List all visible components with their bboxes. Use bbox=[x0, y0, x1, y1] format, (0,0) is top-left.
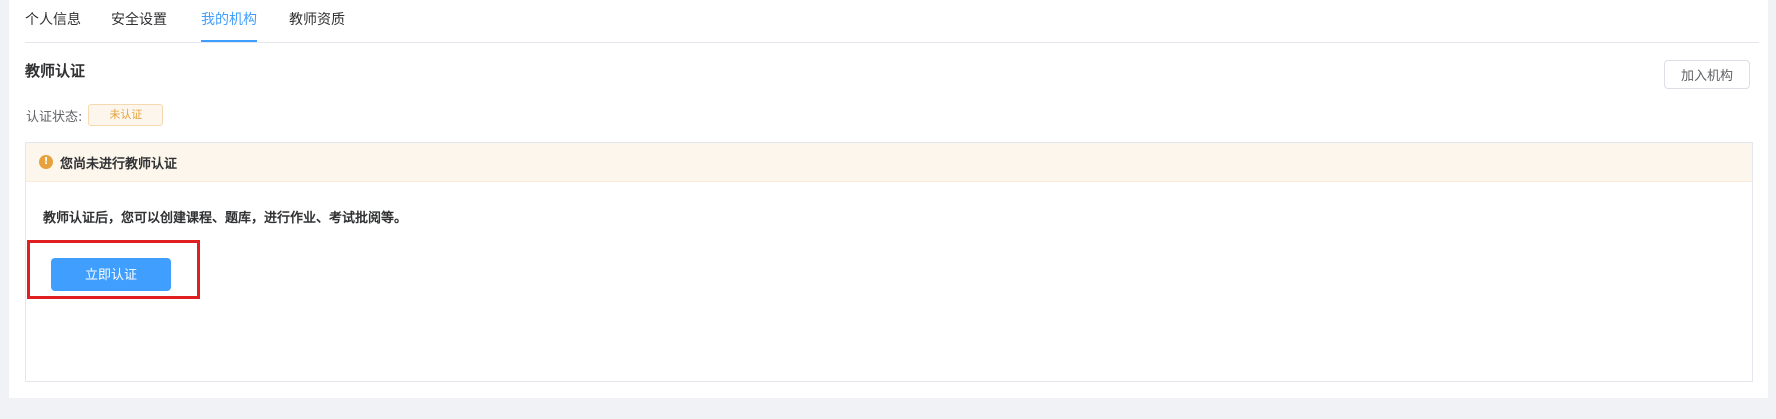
verification-description: 教师认证后，您可以创建课程、题库，进行作业、考试批阅等。 bbox=[43, 211, 408, 226]
section-title: 教师认证 bbox=[25, 62, 86, 80]
join-institution-button[interactable]: 加入机构 bbox=[1664, 60, 1750, 89]
content-panel: 个人信息 安全设置 我的机构 教师资质 教师认证 加入机构 认证状态: 未认证 … bbox=[9, 0, 1768, 398]
warning-icon: ! bbox=[39, 155, 53, 169]
tab-bar: 个人信息 安全设置 我的机构 教师资质 bbox=[25, 0, 1759, 43]
status-row: 认证状态: 未认证 bbox=[26, 104, 164, 126]
verify-now-button[interactable]: 立即认证 bbox=[51, 258, 171, 291]
status-label: 认证状态: bbox=[26, 109, 83, 125]
tab-my-institution[interactable]: 我的机构 bbox=[201, 0, 257, 42]
tab-teacher-qualification[interactable]: 教师资质 bbox=[289, 0, 345, 40]
verification-card: ! 您尚未进行教师认证 教师认证后，您可以创建课程、题库，进行作业、考试批阅等。 bbox=[25, 142, 1753, 382]
status-badge: 未认证 bbox=[88, 104, 164, 126]
tab-personal-info[interactable]: 个人信息 bbox=[25, 0, 81, 40]
warning-alert: ! 您尚未进行教师认证 bbox=[26, 143, 1752, 182]
tab-security-settings[interactable]: 安全设置 bbox=[111, 0, 167, 40]
alert-text: 您尚未进行教师认证 bbox=[60, 156, 178, 172]
